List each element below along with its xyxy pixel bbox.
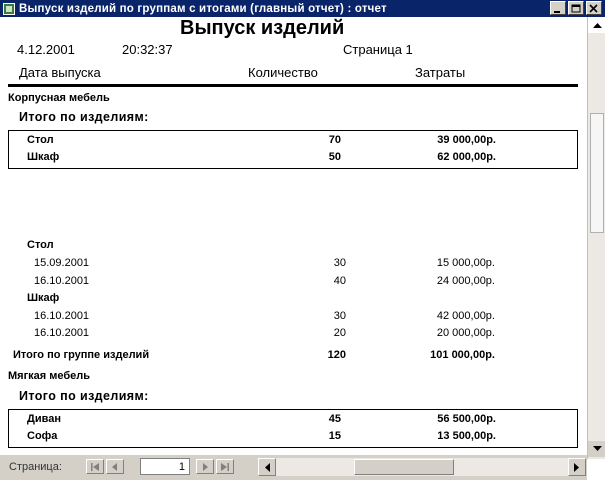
scroll-down-button[interactable]: [588, 441, 605, 457]
vertical-scroll-thumb[interactable]: [590, 113, 604, 233]
maximize-icon: [571, 4, 581, 13]
detail-date: 16.10.2001: [34, 327, 90, 339]
group-total-label: Итого по группе изделий: [13, 349, 150, 361]
detail-date: 16.10.2001: [34, 310, 90, 322]
detail-qty: 20: [333, 327, 346, 339]
summary-item: Софа: [27, 430, 58, 442]
detail-qty: 30: [333, 310, 346, 322]
summary-qty: 15: [328, 430, 341, 442]
next-page-button[interactable]: [196, 459, 214, 474]
scroll-up-button[interactable]: [588, 17, 605, 33]
group-header: Корпусная мебель: [8, 92, 110, 104]
report-title: Выпуск изделий: [180, 17, 345, 39]
close-button[interactable]: [586, 1, 602, 15]
window-title: Выпуск изделий по группам с итогами (гла…: [19, 2, 387, 15]
summary-item: Диван: [27, 413, 61, 425]
app-icon: [3, 2, 15, 15]
column-header-cost: Затраты: [415, 65, 466, 80]
detail-date: 15.09.2001: [34, 257, 90, 269]
header-divider: [8, 84, 578, 87]
prev-page-icon: [112, 462, 117, 471]
detail-cost: 20 000,00р.: [436, 327, 495, 339]
last-page-icon: [221, 462, 229, 471]
detail-date: 16.10.2001: [34, 275, 90, 287]
first-page-button[interactable]: [86, 459, 104, 474]
detail-qty: 30: [333, 257, 346, 269]
next-page-icon: [203, 462, 208, 471]
scroll-down-icon: [592, 446, 602, 451]
detail-cost: 15 000,00р.: [436, 257, 495, 269]
column-header-quantity: Количество: [248, 65, 318, 80]
summary-qty: 50: [328, 151, 341, 163]
prev-page-button[interactable]: [106, 459, 124, 474]
report-preview[interactable]: Выпуск изделий 4.12.2001 20:32:37 Страни…: [0, 17, 585, 455]
close-icon: [589, 4, 598, 13]
last-page-button[interactable]: [216, 459, 234, 474]
scroll-up-icon: [592, 23, 602, 28]
detail-item-header: Шкаф: [27, 292, 60, 304]
group-total-qty: 120: [327, 349, 346, 361]
detail-item-header: Стол: [27, 239, 54, 251]
scroll-right-button[interactable]: [568, 458, 586, 476]
scroll-left-button[interactable]: [258, 458, 276, 476]
horizontal-scrollbar[interactable]: [258, 458, 586, 476]
horizontal-scroll-thumb[interactable]: [354, 459, 454, 475]
summary-box: Диван 45 56 500,00р. Софа 15 13 500,00р.: [8, 409, 578, 448]
navigation-bar: Страница:: [0, 455, 587, 480]
scroll-right-icon: [574, 462, 579, 472]
column-header-date: Дата выпуска: [19, 65, 101, 80]
report-time: 20:32:37: [122, 42, 173, 57]
report-page-number: Страница 1: [343, 42, 413, 57]
minimize-icon: [554, 11, 560, 13]
summary-cost: 56 500,00р.: [437, 413, 496, 425]
summary-item: Стол: [27, 134, 54, 146]
page-nav-label: Страница:: [9, 461, 62, 473]
detail-cost: 24 000,00р.: [436, 275, 495, 287]
summary-cost: 39 000,00р.: [437, 134, 496, 146]
summary-label: Итого по изделиям:: [19, 110, 149, 124]
first-page-icon: [91, 462, 99, 471]
maximize-button[interactable]: [568, 1, 584, 15]
summary-cost: 13 500,00р.: [437, 430, 496, 442]
page-number-input[interactable]: [140, 458, 190, 475]
summary-qty: 70: [328, 134, 341, 146]
summary-item: Шкаф: [27, 151, 60, 163]
summary-box: Стол 70 39 000,00р. Шкаф 50 62 000,00р.: [8, 130, 578, 169]
minimize-button[interactable]: [550, 1, 566, 15]
vertical-scrollbar[interactable]: [587, 17, 605, 459]
group-total-cost: 101 000,00р.: [430, 349, 495, 361]
detail-qty: 40: [333, 275, 346, 287]
summary-cost: 62 000,00р.: [437, 151, 496, 163]
detail-cost: 42 000,00р.: [436, 310, 495, 322]
group-header: Мягкая мебель: [8, 370, 91, 382]
report-date: 4.12.2001: [17, 42, 75, 57]
title-bar: Выпуск изделий по группам с итогами (гла…: [0, 0, 605, 17]
summary-label: Итого по изделиям:: [19, 389, 149, 403]
scroll-left-icon: [265, 462, 270, 472]
summary-qty: 45: [328, 413, 341, 425]
